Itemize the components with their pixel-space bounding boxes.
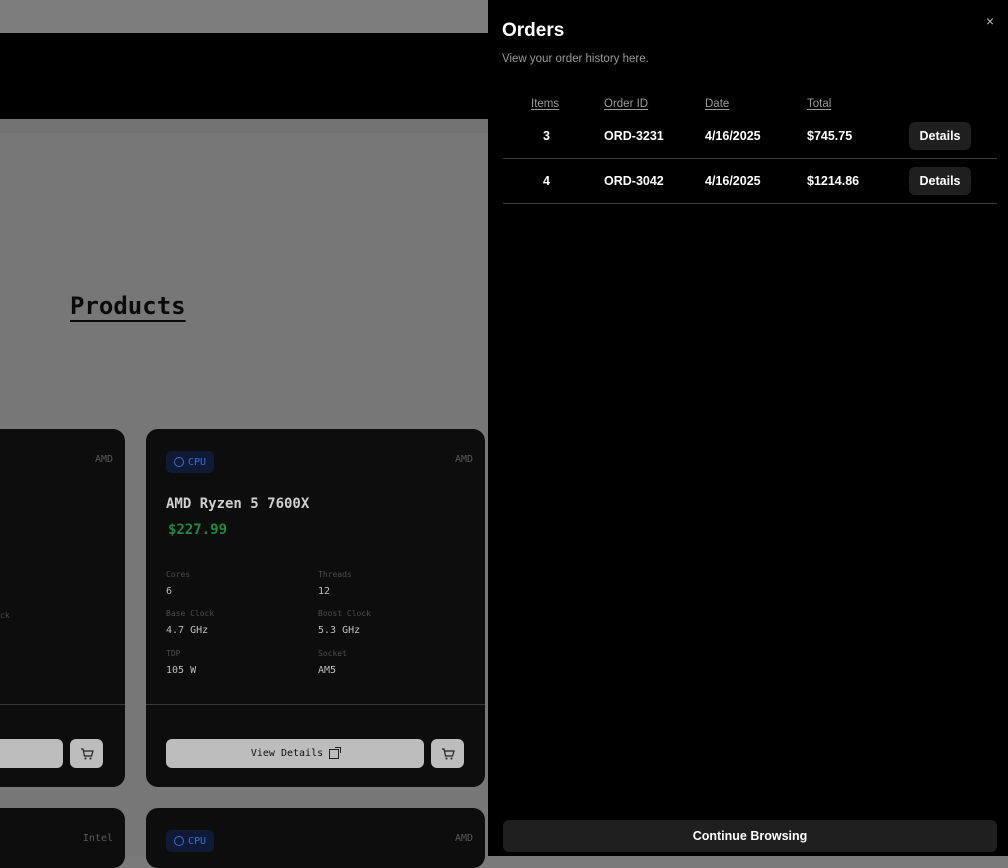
drawer-subtitle: View your order history here. [502, 53, 649, 65]
table-row: 4 ORD-3042 4/16/2025 $1214.86 Details [503, 159, 997, 204]
column-header-total[interactable]: Total [807, 98, 831, 110]
category-badge: CPU [166, 830, 215, 852]
details-button[interactable]: Details [909, 122, 971, 150]
order-items: 4 [543, 174, 550, 188]
spec-value: AM5 [318, 665, 337, 676]
product-brand: AMD [454, 454, 473, 465]
section-divider [0, 119, 488, 133]
spec-value: 4.7 GHz [166, 625, 209, 636]
order-items: 3 [543, 129, 550, 143]
cpu-icon [174, 836, 184, 846]
product-name: AMD Ryzen 5 7600X [166, 496, 310, 512]
continue-browsing-button[interactable]: Continue Browsing [503, 820, 997, 852]
column-header-order-id[interactable]: Order ID [604, 98, 648, 110]
spec-label: Base Clock [166, 609, 215, 618]
product-price: $227.99 [168, 522, 228, 538]
spec-label: Boost Clock [318, 609, 371, 618]
category-badge: CPU [166, 451, 215, 473]
product-card: AMD ck [0, 429, 125, 787]
card-divider [146, 704, 485, 705]
view-details-button[interactable]: View Details [166, 739, 424, 768]
order-total: $1214.86 [807, 174, 860, 188]
spec-label: Threads [318, 570, 352, 579]
product-card: CPU AMD [146, 808, 485, 868]
background-top-strip [0, 0, 488, 33]
order-total: $745.75 [807, 129, 853, 143]
products-heading: Products [70, 292, 186, 320]
order-date: 4/16/2025 [705, 129, 761, 143]
product-brand: AMD [94, 454, 113, 465]
card-divider [0, 704, 125, 705]
orders-drawer: Orders View your order history here. × I… [488, 0, 1008, 856]
add-to-cart-button[interactable] [431, 739, 464, 768]
spec-value: 12 [318, 586, 331, 597]
table-row: 3 ORD-3231 4/16/2025 $745.75 Details [503, 114, 997, 159]
order-date: 4/16/2025 [705, 174, 761, 188]
site-header [0, 33, 488, 119]
column-header-date[interactable]: Date [705, 98, 729, 110]
order-id: ORD-3042 [604, 174, 664, 188]
product-brand: AMD [454, 833, 473, 844]
spec-label: TDP [166, 649, 181, 658]
spec-label: Socket [318, 649, 347, 658]
cart-icon [441, 747, 455, 759]
product-card: Intel [0, 808, 125, 868]
drawer-title: Orders [502, 20, 565, 41]
spec-value: 5.3 GHz [318, 625, 361, 636]
details-button[interactable]: Details [909, 167, 971, 195]
view-details-label: View Details [250, 748, 324, 759]
category-label: CPU [188, 456, 207, 468]
category-label: CPU [188, 835, 207, 847]
spec-value: 105 W [166, 665, 197, 676]
column-header-items[interactable]: Items [531, 98, 559, 110]
spec-label: ck [0, 611, 10, 620]
view-details-button[interactable] [0, 739, 63, 768]
add-to-cart-button[interactable] [70, 739, 103, 768]
product-card: CPU AMD AMD Ryzen 5 7600X $227.99 Cores … [146, 429, 485, 787]
product-brand: Intel [82, 833, 113, 844]
spec-value: 6 [166, 586, 173, 597]
cpu-icon [174, 457, 184, 467]
close-icon[interactable]: × [986, 13, 994, 29]
cart-icon [80, 747, 94, 759]
external-link-icon [329, 746, 342, 759]
order-id: ORD-3231 [604, 129, 664, 143]
spec-label: Cores [166, 570, 191, 579]
